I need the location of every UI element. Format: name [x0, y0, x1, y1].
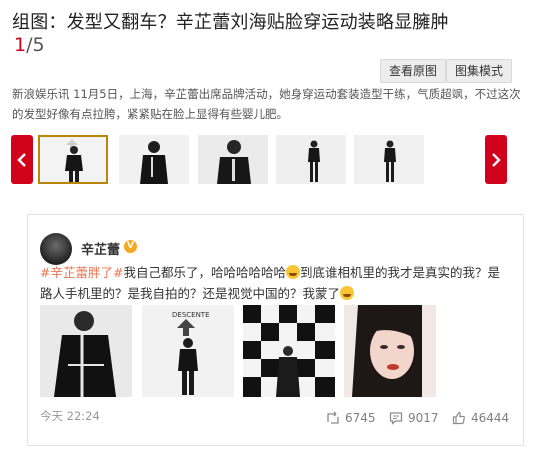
weibo-photo-4[interactable] [344, 305, 436, 397]
thumbnail-image [354, 135, 424, 184]
thumbnail-next-button[interactable] [485, 135, 507, 184]
photo-brand-text: DESCENTE [172, 311, 210, 319]
article-description: 新浪娱乐讯 11月5日，上海，辛芷蕾出席品牌活动，她身穿运动套装造型干练，气质超… [12, 87, 521, 121]
thumbnail-image [38, 135, 108, 184]
weibo-photo-image [40, 305, 132, 397]
page-total: /5 [26, 34, 45, 56]
gallery-mode-button[interactable]: 图集模式 [446, 59, 513, 83]
thumbs-up-icon [452, 411, 465, 425]
weibo-photo-image [243, 305, 335, 397]
weibo-photo-2[interactable]: DESCENTE [142, 305, 234, 397]
repost-button[interactable]: 6745 [326, 411, 376, 425]
weibo-photo-1[interactable] [40, 305, 132, 397]
chevron-right-icon [492, 152, 501, 167]
weibo-username[interactable]: 辛芷蕾 [81, 239, 120, 258]
thumbnail-image [198, 135, 268, 184]
repost-count: 6745 [345, 411, 376, 425]
repost-icon [327, 411, 339, 424]
page-counter: 1/5 [14, 34, 45, 56]
thumbnail-2[interactable] [119, 135, 189, 184]
thumbnail-5[interactable] [354, 135, 424, 184]
thumbnail-prev-button[interactable] [11, 135, 33, 184]
comment-count: 9017 [408, 411, 439, 425]
like-button[interactable]: 46444 [452, 411, 509, 425]
thumbnail-image [119, 135, 189, 184]
weibo-text-part-1: 我自己都乐了，哈哈哈哈哈哈 [123, 265, 286, 280]
thumbnail-3[interactable] [198, 135, 268, 184]
page-current: 1 [14, 34, 27, 56]
verified-v-icon: V [124, 240, 137, 253]
post-time: 今天 22:24 [40, 409, 100, 423]
weibo-text: #辛芷蕾胖了#我自己都乐了，哈哈哈哈哈哈 到底谁相机里的我才是真实的我？是路人手机… [40, 262, 510, 304]
avatar[interactable] [40, 233, 72, 265]
thumbnail-4[interactable] [276, 135, 346, 184]
weibo-photo-3[interactable] [243, 305, 335, 397]
chevron-left-icon [17, 152, 26, 167]
thumbnail-image [276, 135, 346, 184]
laughing-emoji-icon [340, 286, 355, 300]
weibo-photo-image [344, 305, 436, 397]
like-count: 46444 [471, 411, 510, 425]
view-original-button[interactable]: 查看原图 [380, 59, 447, 83]
comment-button[interactable]: 9017 [389, 411, 439, 425]
article-title: 组图：发型又翻车？辛芷蕾刘海贴脸穿运动装略显臃肿 [12, 12, 449, 33]
hashtag-link[interactable]: #辛芷蕾胖了# [40, 265, 123, 280]
laughing-emoji-icon [285, 265, 300, 279]
thumbnail-1[interactable] [38, 135, 108, 184]
weibo-photo-image: DESCENTE [142, 305, 234, 397]
comment-icon [389, 412, 403, 425]
